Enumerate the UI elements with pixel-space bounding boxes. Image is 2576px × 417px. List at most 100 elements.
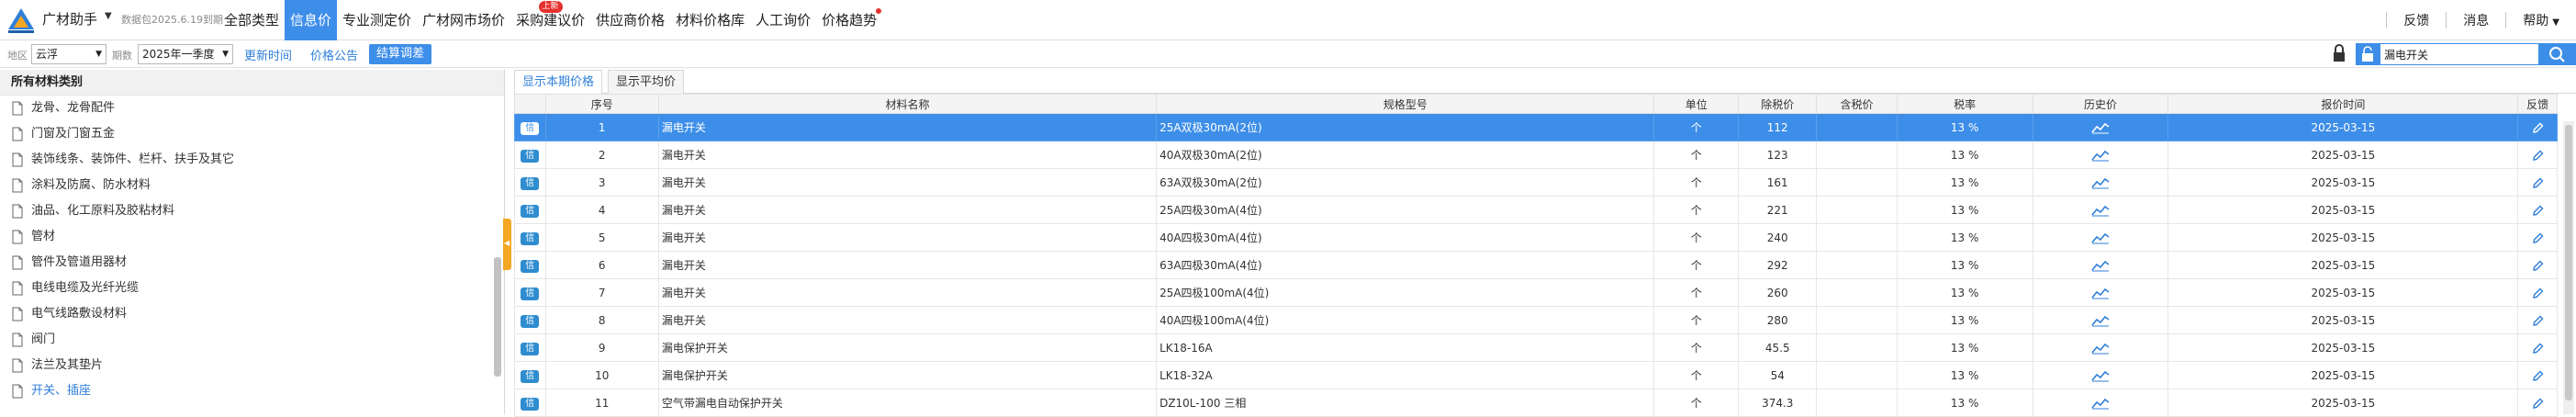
tab-current-price[interactable]: 显示本期价格 [514, 70, 603, 94]
table-row[interactable]: 信 1 漏电开关 25A双极30mA(2位) 个 112 13 % 2025-03-15 [514, 113, 2558, 141]
edit-icon[interactable] [2528, 314, 2547, 327]
nav-item-5[interactable]: 供应商价格 [590, 0, 670, 40]
trend-chart-icon[interactable] [2091, 204, 2110, 217]
edit-icon[interactable] [2528, 176, 2547, 189]
header-spec[interactable]: 规格型号 [1156, 94, 1655, 114]
feedback-link[interactable]: 反馈 [2387, 11, 2446, 29]
header-price-in-tax[interactable]: 含税价 [1816, 94, 1898, 114]
sidebar-item[interactable]: 门窗及门窗五金 [0, 121, 504, 147]
search-scope-dropdown[interactable] [2357, 44, 2380, 64]
trend-chart-icon[interactable] [2091, 259, 2110, 272]
sidebar-item[interactable]: 管材 [0, 224, 504, 250]
app-menu-caret-icon[interactable]: ▼ [105, 11, 112, 21]
table-row[interactable]: 信 4 漏电开关 25A四极30mA(4位) 个 221 13 % 2025-03-15 [514, 196, 2558, 224]
cell-spec: 25A双极30mA(2位) [1156, 113, 1655, 141]
nav-item-3[interactable]: 广材网市场价 [417, 0, 510, 40]
header-tax-rate[interactable]: 税率 [1896, 94, 2033, 114]
info-badge[interactable]: 信 [521, 231, 540, 245]
nav-item-8[interactable]: 价格趋势 [816, 0, 882, 40]
info-badge[interactable]: 信 [521, 314, 540, 328]
header-history[interactable]: 历史价 [2032, 94, 2169, 114]
sidebar-item[interactable]: 电线电缆及光纤光缆 [0, 276, 504, 301]
info-badge[interactable]: 信 [521, 259, 540, 273]
info-badge[interactable]: 信 [521, 287, 540, 300]
edit-icon[interactable] [2528, 369, 2547, 382]
info-badge[interactable]: 信 [521, 369, 540, 383]
region-select[interactable]: 云浮 ▼ [31, 44, 106, 64]
nav-item-4[interactable]: 采购建议价 上新 [510, 0, 590, 40]
edit-icon[interactable] [2528, 287, 2547, 299]
edit-icon[interactable] [2528, 231, 2547, 244]
table-row[interactable]: 信 10 漏电保护开关 LK18-32A 个 54 13 % 2025-03-15 [514, 361, 2558, 389]
info-badge[interactable]: 信 [521, 149, 540, 163]
trend-chart-icon[interactable] [2091, 342, 2110, 355]
scrollbar-thumb[interactable] [2565, 125, 2572, 400]
edit-icon[interactable] [2528, 259, 2547, 272]
edit-icon[interactable] [2528, 204, 2547, 217]
sidebar-item[interactable]: 装饰线条、装饰件、栏杆、扶手及其它 [0, 147, 504, 173]
table-scrollbar[interactable] [2563, 121, 2574, 414]
table-row[interactable]: 信 8 漏电开关 40A四极100mA(4位) 个 280 13 % 2025-03-15 [514, 306, 2558, 334]
period-select[interactable]: 2025年一季度 ▼ [138, 44, 233, 64]
nav-item-7[interactable]: 人工询价 [750, 0, 816, 40]
update-time-link[interactable]: 更新时间 [244, 46, 292, 63]
header-index[interactable]: 序号 [544, 94, 659, 114]
cell-spec: 40A四极100mA(4位) [1156, 306, 1655, 334]
nav-item-0[interactable]: 全部类型 [218, 0, 285, 40]
sidebar-item[interactable]: 电气线路敷设材料 [0, 301, 504, 327]
table-row[interactable]: 信 3 漏电开关 63A双极30mA(2位) 个 161 13 % 2025-03-15 [514, 168, 2558, 197]
header-price-ex-tax[interactable]: 除税价 [1738, 94, 1818, 114]
sidebar-item[interactable]: 开关、插座 [0, 378, 504, 404]
settle-adjust-button[interactable]: 结算调差 [369, 44, 432, 64]
table-row[interactable]: 信 5 漏电开关 40A四极30mA(4位) 个 240 13 % 2025-03-15 [514, 223, 2558, 252]
table-row[interactable]: 信 6 漏电开关 63A四极30mA(4位) 个 292 13 % 2025-03-15 [514, 251, 2558, 279]
app-name[interactable]: 广材助手 [42, 9, 97, 28]
info-badge[interactable]: 信 [521, 204, 540, 218]
sidebar-item[interactable]: 油品、化工原料及胶粘材料 [0, 198, 504, 224]
lock-icon[interactable] [2332, 43, 2346, 63]
trend-chart-icon[interactable] [2091, 314, 2110, 327]
nav-item-6[interactable]: 材料价格库 [670, 0, 750, 40]
edit-icon[interactable] [2528, 121, 2547, 134]
sidebar-item[interactable]: 管件及管道用器材 [0, 250, 504, 276]
sidebar-item[interactable]: 龙骨、龙骨配件 [0, 96, 504, 121]
header-feedback[interactable]: 反馈 [2517, 94, 2558, 114]
edit-icon[interactable] [2528, 397, 2547, 410]
sidebar-item[interactable]: 涂料及防腐、防水材料 [0, 173, 504, 198]
info-badge[interactable]: 信 [521, 121, 540, 135]
trend-chart-icon[interactable] [2091, 121, 2110, 134]
nav-item-2[interactable]: 专业测定价 [337, 0, 417, 40]
info-badge[interactable]: 信 [521, 176, 540, 190]
trend-chart-icon[interactable] [2091, 149, 2110, 162]
sidebar-collapse-handle[interactable]: ◀ [503, 219, 511, 270]
trend-chart-icon[interactable] [2091, 397, 2110, 410]
help-menu[interactable]: 帮助 ▼ [2506, 11, 2576, 29]
header-name[interactable]: 材料名称 [657, 94, 1158, 114]
edit-icon[interactable] [2528, 149, 2547, 162]
sidebar-scrollbar[interactable] [494, 257, 501, 377]
search-button[interactable] [2538, 44, 2575, 64]
price-notice-link[interactable]: 价格公告 [310, 46, 358, 63]
trend-chart-icon[interactable] [2091, 369, 2110, 382]
table-row[interactable]: 信 11 空气带漏电自动保护开关 DZ10L-100 三相个 374.3 13 % 2025… [514, 389, 2558, 417]
edit-icon[interactable] [2528, 342, 2547, 355]
cell-tax-rate: 13 % [1896, 278, 2033, 307]
sidebar-item[interactable]: 法兰及其垫片 [0, 353, 504, 378]
table-row[interactable]: 信 7 漏电开关 25A四极100mA(4位) 个 260 13 % 2025-03-15 [514, 278, 2558, 307]
table-row[interactable]: 信 2 漏电开关 40A双极30mA(2位) 个 123 13 % 2025-03-15 [514, 141, 2558, 169]
search-input[interactable] [2384, 46, 2522, 62]
trend-chart-icon[interactable] [2091, 231, 2110, 244]
header-date[interactable]: 报价时间 [2167, 94, 2519, 114]
info-badge[interactable]: 信 [521, 397, 540, 411]
trend-chart-icon[interactable] [2091, 287, 2110, 299]
messages-link[interactable]: 消息 [2447, 11, 2505, 29]
table-header-row: 序号 材料名称 规格型号 单位 除税价 含税价 税率 历史价 报价时间 反馈 [514, 94, 2558, 114]
tab-average-price[interactable]: 显示平均价 [608, 70, 685, 94]
sidebar-item[interactable]: 阀门 [0, 327, 504, 353]
nav-item-1[interactable]: 信息价 [285, 0, 338, 40]
header-unit[interactable]: 单位 [1653, 94, 1740, 114]
trend-chart-icon[interactable] [2091, 176, 2110, 189]
info-badge[interactable]: 信 [521, 342, 540, 355]
region-value: 云浮 [36, 48, 59, 61]
table-row[interactable]: 信 9 漏电保护开关 LK18-16A 个 45.5 13 % 2025-03-15 [514, 333, 2558, 362]
